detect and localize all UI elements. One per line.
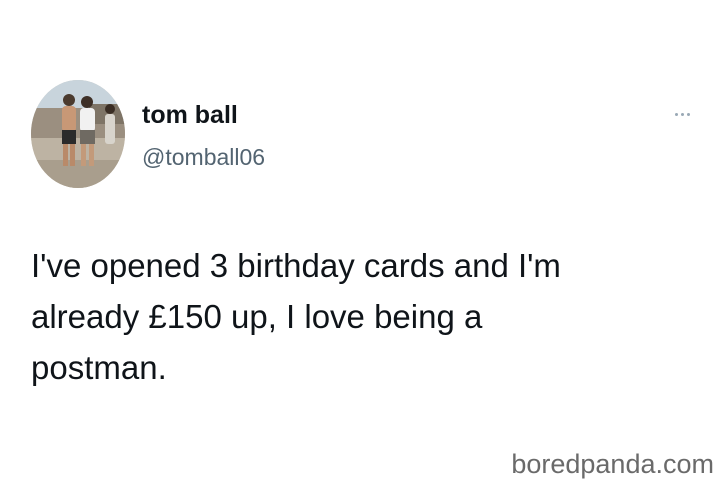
more-horizontal-icon: [674, 112, 690, 116]
tweet-text: I've opened 3 birthday cards and I'm alr…: [31, 247, 561, 386]
tweet-card: tom ball @tomball06 I've opened 3 birthd…: [0, 0, 728, 485]
display-name[interactable]: tom ball: [142, 100, 238, 130]
avatar[interactable]: [31, 80, 125, 188]
more-dot-2: [680, 112, 684, 116]
watermark: boredpanda.com: [511, 449, 714, 479]
user-handle[interactable]: @tomball06: [142, 143, 265, 171]
more-dot-3: [686, 112, 690, 116]
more-options-button[interactable]: [668, 104, 696, 124]
more-dot-1: [674, 112, 678, 116]
profile-photo: [31, 80, 125, 188]
